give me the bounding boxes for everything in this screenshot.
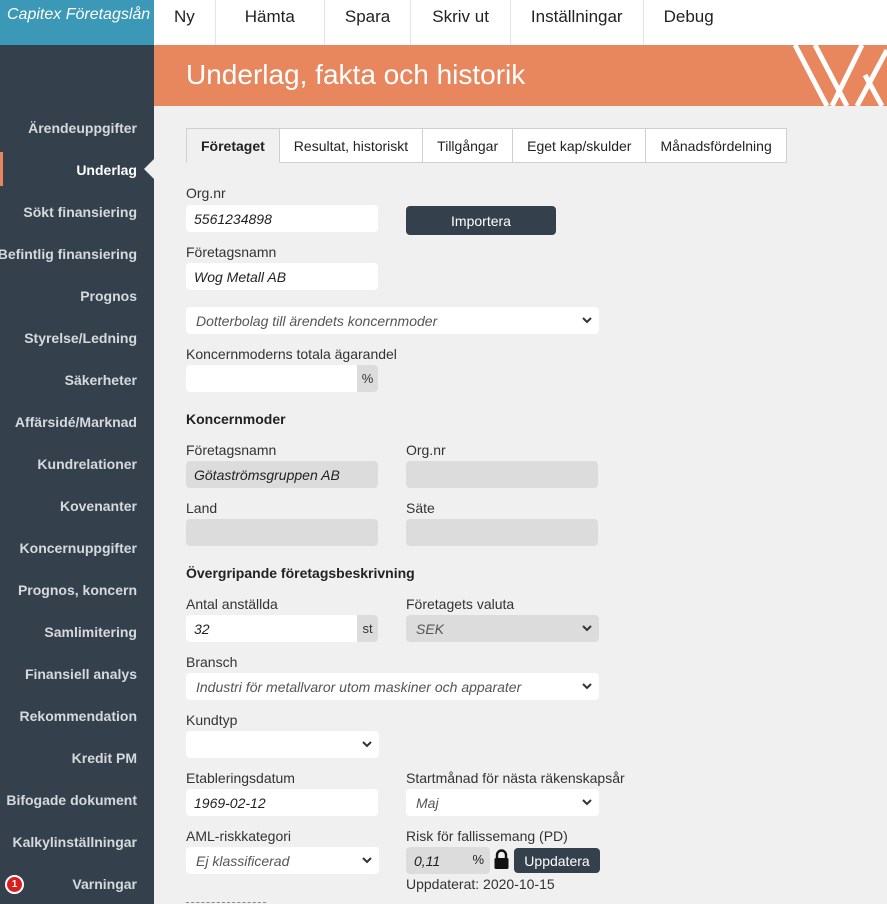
- industry-select[interactable]: Industri för metallvaror utom maskiner o…: [186, 673, 599, 700]
- active-arrow-icon: [144, 159, 154, 179]
- warning-badge: 1: [5, 875, 24, 894]
- nav-settings[interactable]: Inställningar: [511, 0, 644, 45]
- parent-name-label: Företagsnamn: [186, 442, 277, 458]
- app-title: Capitex Företagslån: [0, 0, 154, 45]
- employees-unit-addon: st: [357, 615, 378, 642]
- top-nav: Ny Hämta Spara Skriv ut Inställningar De…: [154, 0, 887, 45]
- sidebar-item-prognos[interactable]: Prognos: [80, 288, 137, 304]
- import-button[interactable]: Importera: [406, 206, 556, 235]
- sidebar-item-kovenanter[interactable]: Kovenanter: [60, 498, 137, 514]
- orgnr-label: Org.nr: [186, 185, 226, 201]
- parent-share-input[interactable]: %: [186, 365, 378, 392]
- chevron-down-icon: [582, 625, 592, 632]
- tab-manadsfordelning[interactable]: Månadsfördelning: [646, 128, 787, 163]
- orgnr-input[interactable]: 5561234898: [186, 205, 378, 232]
- chevron-down-icon: [582, 317, 592, 324]
- company-name-label: Företagsnamn: [186, 244, 277, 260]
- chevron-down-icon: [582, 683, 592, 690]
- seat-input: [406, 519, 598, 546]
- tab-tillgangar[interactable]: Tillgångar: [423, 128, 514, 163]
- fiscal-start-select-value: Maj: [416, 795, 439, 811]
- pd-value: 0,11: [414, 853, 441, 869]
- sidebar-item-sokt-finansiering[interactable]: Sökt finansiering: [23, 204, 137, 220]
- parent-share-label: Koncernmoderns totala ägarandel: [186, 346, 397, 362]
- page-header: Underlag, fakta och historik: [154, 45, 887, 106]
- aml-label: AML-riskkategori: [186, 828, 292, 844]
- sidebar-item-underlag[interactable]: Underlag: [76, 162, 137, 178]
- pd-input: 0,11 %: [406, 847, 490, 874]
- percent-addon: %: [357, 365, 378, 392]
- brand-logo-icon: [792, 45, 887, 106]
- parent-orgnr-label: Org.nr: [406, 442, 446, 458]
- country-input: [186, 519, 378, 546]
- parent-name-input: Götaströmsgruppen AB: [186, 461, 378, 488]
- parent-orgnr-input: [406, 461, 598, 488]
- sidebar-item-kundrelationer[interactable]: Kundrelationer: [37, 456, 137, 472]
- page-title: Underlag, fakta och historik: [186, 59, 526, 90]
- tab-eget-kap-skulder[interactable]: Eget kap/skulder: [513, 128, 647, 163]
- sidebar-item-samlimitering[interactable]: Samlimitering: [44, 624, 137, 640]
- sidebar-item-bifogade-dokument[interactable]: Bifogade dokument: [6, 792, 137, 808]
- company-name-input[interactable]: Wog Metall AB: [186, 263, 378, 290]
- employees-input[interactable]: 32 st: [186, 615, 378, 642]
- sidebar-item-rekommendation[interactable]: Rekommendation: [20, 708, 137, 724]
- sidebar-item-affarside[interactable]: Affärsidé/Marknad: [15, 414, 137, 430]
- aml-select-value: Ej klassificerad: [196, 853, 290, 869]
- seat-label: Säte: [406, 500, 435, 516]
- industry-select-value: Industri för metallvaror utom maskiner o…: [196, 679, 522, 695]
- lock-icon[interactable]: [493, 849, 510, 870]
- sidebar-item-arendeuppgifter[interactable]: Ärendeuppgifter: [28, 120, 137, 136]
- fiscal-start-label: Startmånad för nästa räkenskapsår: [406, 770, 625, 786]
- country-label: Land: [186, 500, 218, 516]
- sidebar-item-koncernuppgifter[interactable]: Koncernuppgifter: [20, 540, 137, 556]
- sidebar-item-befintlig-finansiering[interactable]: Befintlig finansiering: [0, 246, 137, 262]
- tab-foretaget[interactable]: Företaget: [186, 128, 280, 163]
- nav-fetch[interactable]: Hämta: [216, 0, 325, 45]
- nav-debug[interactable]: Debug: [644, 0, 734, 45]
- tab-bar: Företaget Resultat, historiskt Tillgånga…: [186, 128, 787, 163]
- chevron-down-icon: [362, 857, 372, 864]
- customer-type-select[interactable]: [186, 731, 379, 758]
- relation-select[interactable]: Dotterbolag till ärendets koncernmoder: [186, 307, 599, 334]
- sidebar: Ärendeuppgifter Underlag Sökt finansieri…: [0, 45, 154, 904]
- industry-label: Bransch: [186, 654, 238, 670]
- established-label: Etableringsdatum: [186, 770, 295, 786]
- pd-unit: %: [472, 852, 484, 867]
- aml-select[interactable]: Ej klassificerad: [186, 847, 379, 874]
- sidebar-item-kredit-pm[interactable]: Kredit PM: [72, 750, 137, 766]
- parent-section-heading: Koncernmoder: [186, 411, 286, 427]
- employees-label: Antal anställda: [186, 596, 278, 612]
- update-button[interactable]: Uppdatera: [514, 848, 600, 873]
- nav-save[interactable]: Spara: [325, 0, 412, 45]
- sidebar-item-kalkylinstallningar[interactable]: Kalkylinställningar: [13, 834, 137, 850]
- customer-type-label: Kundtyp: [186, 712, 238, 728]
- established-input[interactable]: 1969-02-12: [186, 789, 378, 816]
- active-indicator: [0, 152, 3, 186]
- currency-label: Företagets valuta: [406, 596, 515, 612]
- nav-new[interactable]: Ny: [154, 0, 216, 45]
- sidebar-item-varningar[interactable]: Varningar: [72, 876, 137, 892]
- fiscal-start-select[interactable]: Maj: [406, 789, 599, 816]
- tab-resultat-historiskt[interactable]: Resultat, historiskt: [279, 128, 424, 163]
- chevron-down-icon: [582, 799, 592, 806]
- sidebar-item-prognos-koncern[interactable]: Prognos, koncern: [18, 582, 137, 598]
- sidebar-item-styrelse[interactable]: Styrelse/Ledning: [24, 330, 137, 346]
- next-section-cutoff: [186, 898, 266, 904]
- pd-label: Risk för fallissemang (PD): [406, 828, 568, 844]
- updated-text: Uppdaterat: 2020-10-15: [406, 876, 555, 892]
- currency-select-value: SEK: [416, 621, 445, 637]
- chevron-down-icon: [362, 741, 372, 748]
- employees-value: 32: [194, 621, 210, 637]
- overview-section-heading: Övergripande företagsbeskrivning: [186, 565, 415, 581]
- relation-select-value: Dotterbolag till ärendets koncernmoder: [196, 313, 438, 329]
- nav-print[interactable]: Skriv ut: [411, 0, 511, 45]
- currency-select: SEK: [406, 615, 599, 642]
- sidebar-item-finansiell-analys[interactable]: Finansiell analys: [25, 666, 137, 682]
- sidebar-item-sakerheter[interactable]: Säkerheter: [65, 372, 137, 388]
